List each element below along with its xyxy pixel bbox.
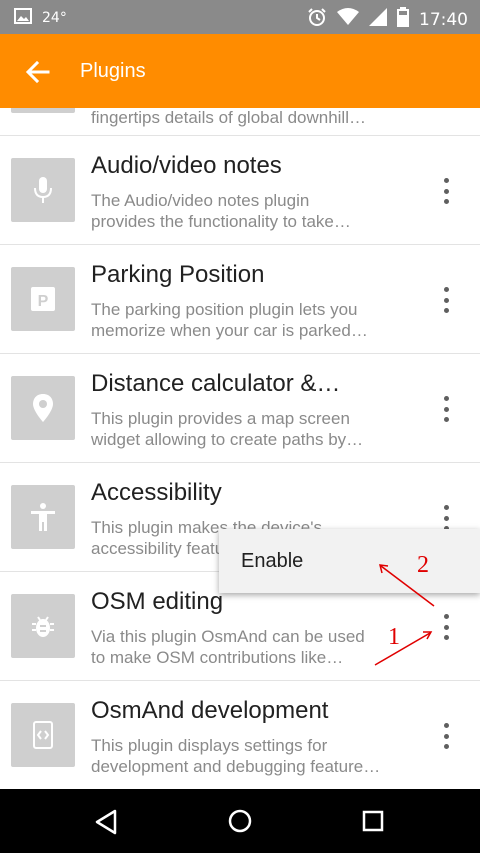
navigation-bar	[0, 789, 480, 853]
back-triangle-icon[interactable]	[94, 809, 118, 840]
annotation-step-2: 2	[417, 552, 429, 578]
recents-square-icon[interactable]	[362, 810, 384, 837]
home-circle-icon[interactable]	[228, 809, 252, 838]
annotation-step-1: 1	[388, 624, 400, 650]
annotation-arrows	[374, 564, 435, 666]
